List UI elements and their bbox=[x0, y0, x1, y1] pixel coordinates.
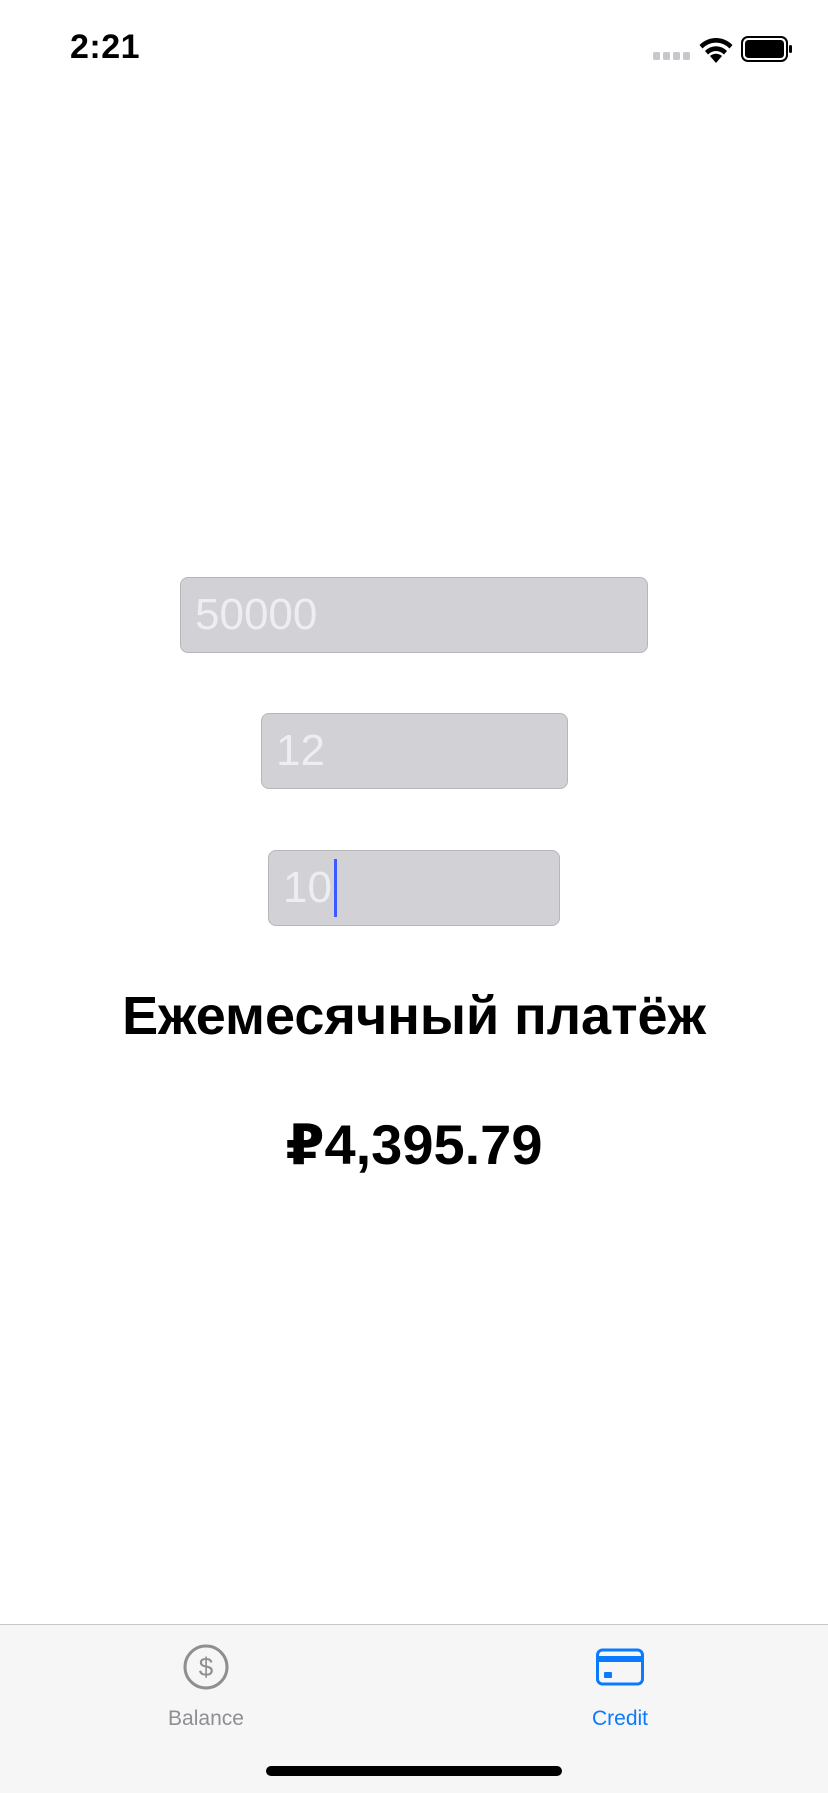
interest-rate-field[interactable]: 10 bbox=[268, 850, 560, 926]
loan-amount-value: 50000 bbox=[195, 590, 318, 639]
tab-credit[interactable]: Credit bbox=[520, 1625, 720, 1735]
loan-term-months-value: 12 bbox=[276, 726, 325, 775]
interest-rate-value: 10 bbox=[283, 863, 332, 912]
loan-term-months-field[interactable]: 12 bbox=[261, 713, 568, 789]
status-time: 2:21 bbox=[70, 28, 141, 66]
loan-amount-field[interactable]: 50000 bbox=[180, 577, 648, 653]
text-cursor bbox=[333, 859, 337, 917]
home-indicator bbox=[266, 1766, 562, 1776]
tab-balance-label: Balance bbox=[168, 1707, 244, 1730]
monthly-payment-value: ₽4,395.79 bbox=[285, 1113, 543, 1176]
battery-icon bbox=[741, 36, 792, 62]
tab-balance[interactable]: $ Balance bbox=[106, 1625, 306, 1735]
svg-text:$: $ bbox=[199, 1652, 214, 1682]
tab-credit-label: Credit bbox=[591, 1707, 649, 1730]
status-bar: 2:21 bbox=[0, 0, 828, 100]
dollar-circle-icon: $ bbox=[183, 1644, 229, 1690]
monthly-payment-title: Ежемесячный платёж bbox=[122, 986, 706, 1046]
credit-card-icon bbox=[596, 1648, 644, 1686]
cellular-signal-icon bbox=[653, 52, 690, 60]
wifi-icon bbox=[699, 38, 733, 63]
